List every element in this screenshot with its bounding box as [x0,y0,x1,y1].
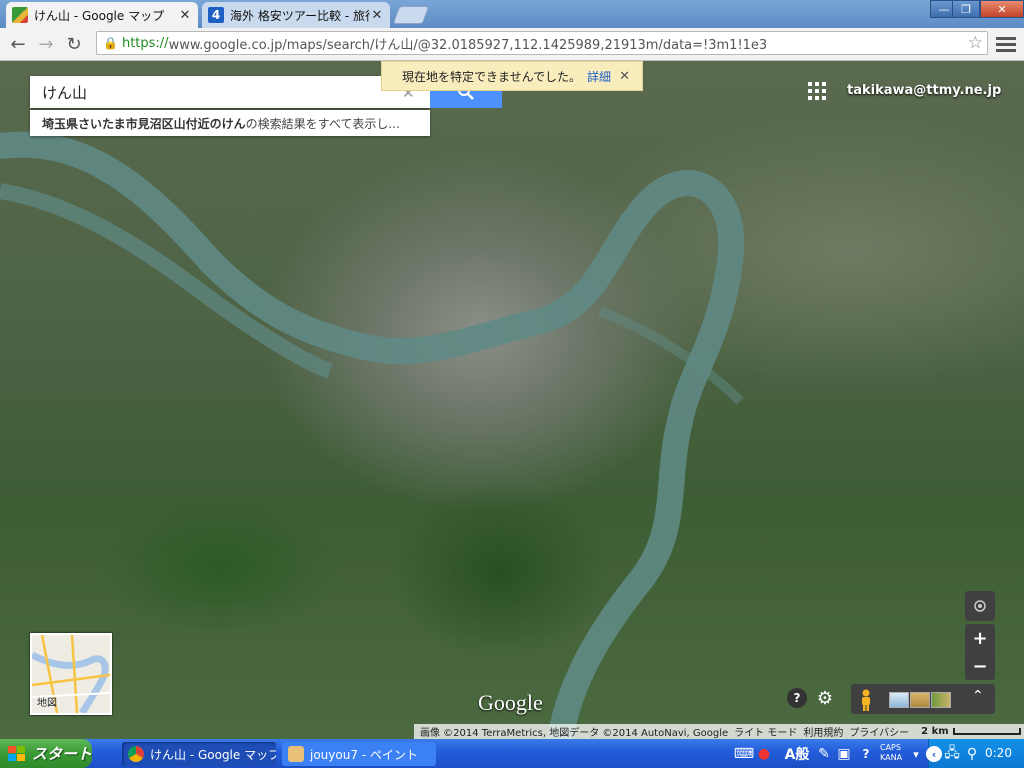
taskbar-item-label: けん山 - Google マップ... [150,747,276,762]
reload-icon[interactable]: ↻ [62,32,86,56]
kana-label: KANA [880,753,903,762]
maps-favicon-icon [12,7,28,23]
map-imagery [0,131,745,739]
notice-details-link[interactable]: 詳細 [587,68,611,85]
caps-label: CAPS [880,743,901,752]
zoom-out-button[interactable]: − [965,652,995,680]
search-suggestion[interactable]: 埼玉県さいたま市見沼区山付近のけん の検索結果をすべて表示し... [30,110,430,136]
search-input[interactable]: けん山 [30,76,430,108]
gear-icon[interactable]: ⚙ [815,688,835,709]
taskbar-item-paint[interactable]: jouyou7 - ペイント [282,742,436,766]
browser-toolbar: ← → ↻ 🔒 https:// www.google.co.jp/maps/s… [0,28,1024,61]
address-bar[interactable]: 🔒 https:// www.google.co.jp/maps/search/… [96,31,988,55]
ime-help-icon[interactable]: ? [858,744,874,764]
start-label: スタート [32,745,93,763]
google-logo: Google [478,690,543,715]
ime-mode[interactable]: A般 [780,744,814,764]
help-icon[interactable]: ? [787,688,807,708]
minimap-label: 地図 [37,698,57,709]
my-location-button[interactable] [965,591,995,621]
map-footer: 画像 ©2014 TerraMetrics, 地図データ ©2014 AutoN… [414,724,1024,739]
network-icon[interactable]: 🖧 [944,744,960,764]
chrome-menu-icon[interactable] [996,34,1016,54]
keyboard-icon[interactable]: ⌨ [734,744,754,764]
imagery-credits: 画像 ©2014 TerraMetrics, 地図データ ©2014 AutoN… [420,728,729,739]
url-scheme: https:// [121,35,169,51]
windows-flag-icon [8,745,26,762]
location-notice: 現在地を特定できませんでした。 詳細 ✕ [381,61,643,91]
pegman-icon[interactable] [858,689,874,711]
paint-icon [288,746,304,762]
privacy-link[interactable]: プライバシー [849,724,909,739]
expand-chevron-icon[interactable]: ⌃ [972,688,984,704]
back-icon[interactable]: ← [6,32,30,56]
satellite-map[interactable] [0,61,1024,739]
lite-mode-link[interactable]: ライト モード [734,724,797,739]
taskbar-item-label: jouyou7 - ペイント [310,747,418,762]
url-path: www.google.co.jp/maps/search/けん山/@32.018… [168,37,768,53]
clock[interactable]: 0:20 [985,746,1012,760]
tab-tour-compare[interactable]: 4 海外 格安ツアー比較 - 旅行 ✕ [202,2,390,28]
layer-thumb-earth-icon[interactable] [889,692,909,708]
chrome-icon [128,746,144,762]
caps-kana-indicator: CAPS KANA [880,743,902,763]
tab-title: 海外 格安ツアー比較 - 旅行 [230,8,370,23]
suggestion-text: の検索結果をすべて表示し... [245,116,400,131]
apps-grid-icon[interactable] [808,82,826,100]
maximize-button[interactable]: ❐ [952,0,980,18]
layer-thumb-terrain-icon[interactable] [910,692,930,708]
terms-link[interactable]: 利用規約 [803,724,843,739]
scale-bar [952,728,1021,735]
user-account[interactable]: takikawa@ttmy.ne.jp [847,83,1001,98]
scale-label[interactable]: 2 km [921,726,949,737]
start-button[interactable]: スタート [0,739,92,768]
site-favicon-icon: 4 [208,7,224,23]
location-target-icon [974,600,986,612]
layer-thumb-photos-icon[interactable] [931,692,951,708]
ime-options-icon[interactable]: ▾ [908,744,924,764]
taskbar-item-chrome[interactable]: けん山 - Google マップ... [122,742,276,766]
tab-close-icon[interactable]: ✕ [370,8,384,23]
tab-title: けん山 - Google マップ [34,8,165,23]
map-view-toggle[interactable]: 地図 [30,633,112,715]
bookmark-star-icon[interactable]: ☆ [968,33,983,53]
tab-google-maps[interactable]: けん山 - Google マップ ✕ [6,2,198,28]
zoom-in-button[interactable]: + [965,624,995,653]
window-close-button[interactable]: ✕ [980,0,1024,18]
safely-remove-icon[interactable]: ⚲ [964,744,980,764]
notice-close-icon[interactable]: ✕ [619,69,630,84]
tab-close-icon[interactable]: ✕ [178,8,192,23]
ime-dictionary-icon[interactable]: ▣ [836,744,852,764]
ime-pad-icon[interactable]: ● [756,744,772,764]
ime-tool-icon[interactable]: ✎ [816,744,832,764]
tray-expand-icon[interactable]: ‹ [926,746,942,762]
lock-icon: 🔒 [103,36,118,50]
notice-text: 現在地を特定できませんでした。 [402,69,582,84]
suggestion-bold-text: 埼玉県さいたま市見沼区山付近のけん [42,116,246,131]
forward-icon[interactable]: → [34,32,58,56]
